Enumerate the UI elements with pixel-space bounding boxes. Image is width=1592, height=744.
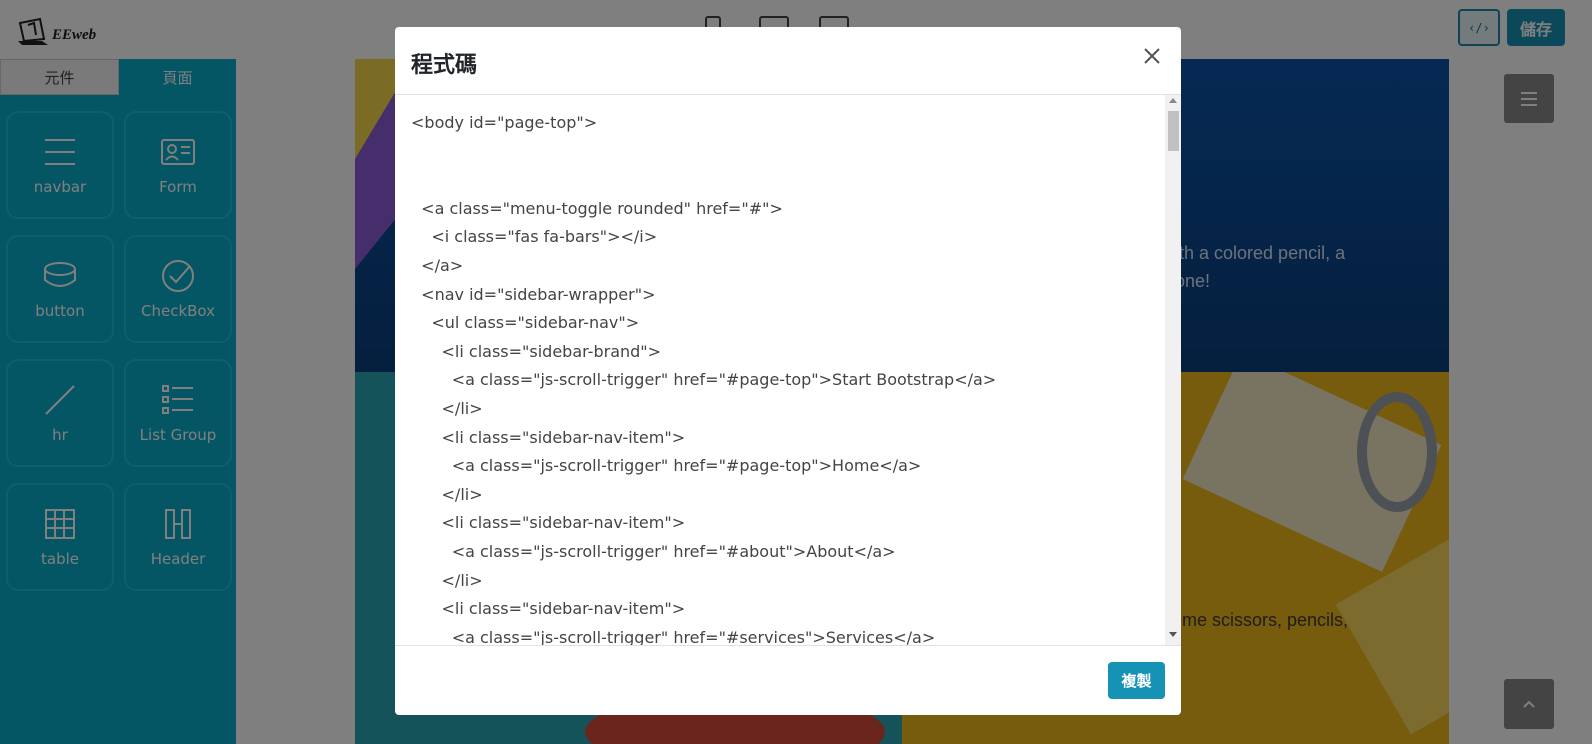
scrollbar-thumb[interactable] — [1168, 111, 1179, 151]
code-line: </a> — [411, 255, 464, 275]
modal-header: 程式碼 — [395, 27, 1181, 95]
code-line: <body id="page-top"> — [411, 113, 598, 132]
modal-body: <body id="page-top"> <a class="menu-togg… — [395, 95, 1181, 646]
code-line: <li class="sidebar-nav-item"> — [411, 599, 686, 619]
code-modal: 程式碼 <body id="page-top"> <a class="menu-… — [395, 27, 1181, 715]
code-line: <i class="fas fa-bars"></i> — [411, 227, 658, 247]
scroll-down-arrow[interactable] — [1165, 632, 1181, 644]
code-line: </li> — [411, 484, 483, 504]
triangle-up-icon — [1169, 98, 1177, 103]
close-button[interactable] — [1137, 41, 1167, 71]
code-line: <a class="menu-toggle rounded" href="#"> — [411, 198, 783, 218]
code-line: <a class="js-scroll-trigger" href="#page… — [411, 456, 922, 476]
code-line: </li> — [411, 398, 483, 418]
modal-title: 程式碼 — [411, 53, 478, 78]
code-line: <li class="sidebar-nav-item"> — [411, 427, 686, 447]
code-line: </li> — [411, 570, 483, 590]
code-line: <nav id="sidebar-wrapper"> — [411, 284, 656, 304]
code-line: <a class="js-scroll-trigger" href="#serv… — [411, 627, 936, 646]
code-line: <a class="js-scroll-trigger" href="#abou… — [411, 541, 896, 561]
code-line: <li class="sidebar-brand"> — [411, 341, 662, 361]
modal-footer: 複製 — [395, 647, 1181, 715]
close-icon — [1144, 48, 1160, 64]
scroll-up-arrow[interactable] — [1165, 97, 1181, 109]
code-line: <li class="sidebar-nav-item"> — [411, 513, 686, 533]
code-line: <ul class="sidebar-nav"> — [411, 313, 640, 333]
copy-button[interactable]: 複製 — [1108, 662, 1165, 699]
triangle-down-icon — [1169, 632, 1177, 637]
scrollbar[interactable] — [1165, 95, 1181, 645]
code-line: <a class="js-scroll-trigger" href="#page… — [411, 370, 997, 390]
code-textarea[interactable]: <body id="page-top"> <a class="menu-togg… — [411, 109, 1161, 646]
